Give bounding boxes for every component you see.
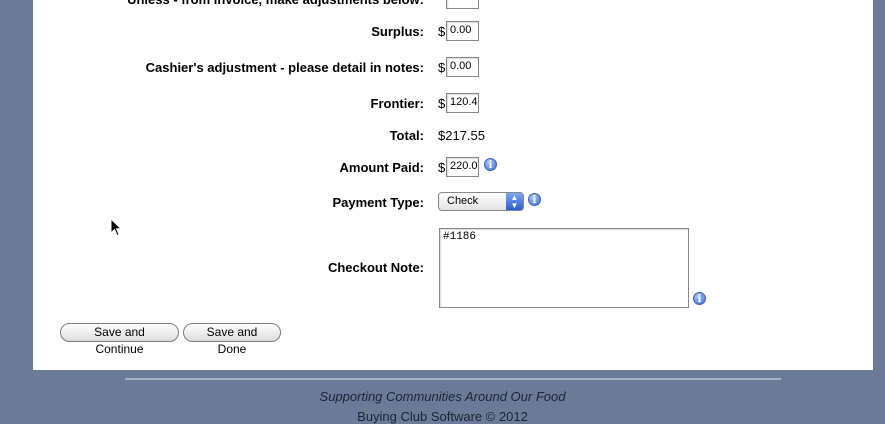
footer-tagline: Supporting Communities Around Our Food	[319, 389, 566, 404]
payment-type-info-icon[interactable]: i	[528, 193, 541, 206]
amount-paid-dollar-sign: $	[438, 160, 446, 175]
row-adjustment-note: Unless - from invoice, make adjustments …	[33, 0, 873, 12]
payment-type-select[interactable]: Check ▲ ▼	[438, 192, 524, 211]
row-total: Total: $217.55	[33, 124, 873, 148]
save-and-done-button[interactable]: Save and Done	[183, 323, 281, 356]
row-cashier-adjustment: Cashier's adjustment - please detail in …	[33, 56, 873, 80]
payment-type-label: Payment Type:	[332, 195, 424, 210]
surplus-input[interactable]: 0.00	[446, 21, 479, 41]
checkout-note-label: Checkout Note:	[327, 260, 424, 275]
amount-paid-label: Amount Paid:	[339, 160, 425, 175]
payment-type-selected: Check	[447, 195, 479, 207]
adjustment-note-label: Unless - from invoice, make adjustments …	[127, 0, 424, 12]
row-payment-type: Payment Type: Check ▲ ▼ i	[33, 191, 873, 215]
surplus-dollar-sign: $	[438, 24, 446, 39]
form-panel: Unless - from invoice, make adjustments …	[33, 0, 873, 370]
row-amount-paid: Amount Paid: $ 220.0 i	[33, 156, 873, 180]
save-and-continue-button[interactable]: Save and Continue	[60, 323, 179, 356]
row-frontier: Frontier: $ 120.4	[33, 92, 873, 116]
amount-paid-input[interactable]: 220.0	[446, 157, 479, 177]
total-label: Total:	[389, 128, 424, 143]
mouse-pointer-icon	[110, 218, 122, 237]
frontier-label: Frontier:	[370, 96, 424, 111]
footer-divider	[125, 378, 781, 380]
cashier-adjustment-input[interactable]: 0.00	[446, 57, 479, 77]
checkout-note-info-icon[interactable]: i	[693, 292, 706, 305]
surplus-label: Surplus:	[371, 24, 424, 39]
amount-paid-info-icon[interactable]: i	[484, 158, 497, 171]
footer-copyright: Buying Club Software © 2012	[357, 409, 528, 424]
frontier-dollar-sign: $	[438, 96, 446, 111]
checkout-note-textarea[interactable]: #1186	[439, 228, 689, 308]
row-surplus: Surplus: $ 0.00	[33, 20, 873, 44]
cashier-dollar-sign: $	[438, 60, 446, 75]
up-down-arrows-icon: ▲ ▼	[506, 193, 523, 210]
cashier-adjustment-label: Cashier's adjustment - please detail in …	[145, 60, 424, 75]
cutoff-input[interactable]	[446, 0, 479, 9]
frontier-input[interactable]: 120.4	[446, 93, 479, 113]
total-value: $217.55	[438, 128, 485, 143]
